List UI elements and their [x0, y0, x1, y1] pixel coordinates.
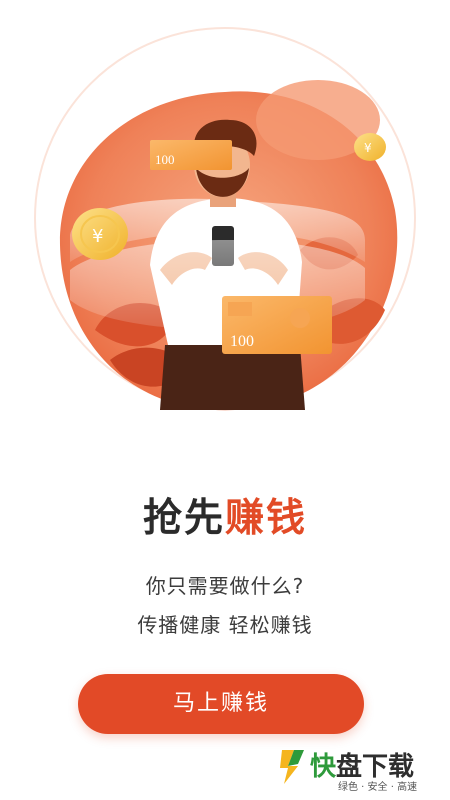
hero-illustration: 100 100 ¥ ¥: [34, 27, 416, 411]
subtitle-line2: 传播健康 轻松赚钱: [137, 613, 313, 637]
page-title: 抢先赚钱: [0, 487, 450, 543]
person-pants: [160, 345, 305, 410]
bill-top: 100: [150, 140, 232, 170]
svg-text:¥: ¥: [364, 141, 372, 155]
watermark-tagline: 绿色 · 安全 · 高速: [338, 782, 418, 793]
earn-now-button[interactable]: 马上赚钱: [78, 674, 364, 734]
coin-right-icon: ¥: [354, 133, 386, 161]
bill-bottom-value: 100: [230, 333, 254, 350]
title-part2: 赚钱: [225, 496, 308, 541]
watermark-kuai: 快: [310, 752, 337, 782]
bill-bottom: 100: [222, 296, 332, 354]
watermark: 快盘下载 绿色 · 安全 · 高速: [278, 744, 446, 794]
coin-left-icon: ¥: [72, 208, 128, 260]
title-part1: 抢先: [142, 496, 225, 541]
watermark-logo-icon: [280, 750, 304, 784]
bill-top-value: 100: [155, 152, 175, 167]
subtitle-line1: 你只需要做什么?: [145, 574, 305, 598]
svg-text:¥: ¥: [92, 226, 103, 247]
